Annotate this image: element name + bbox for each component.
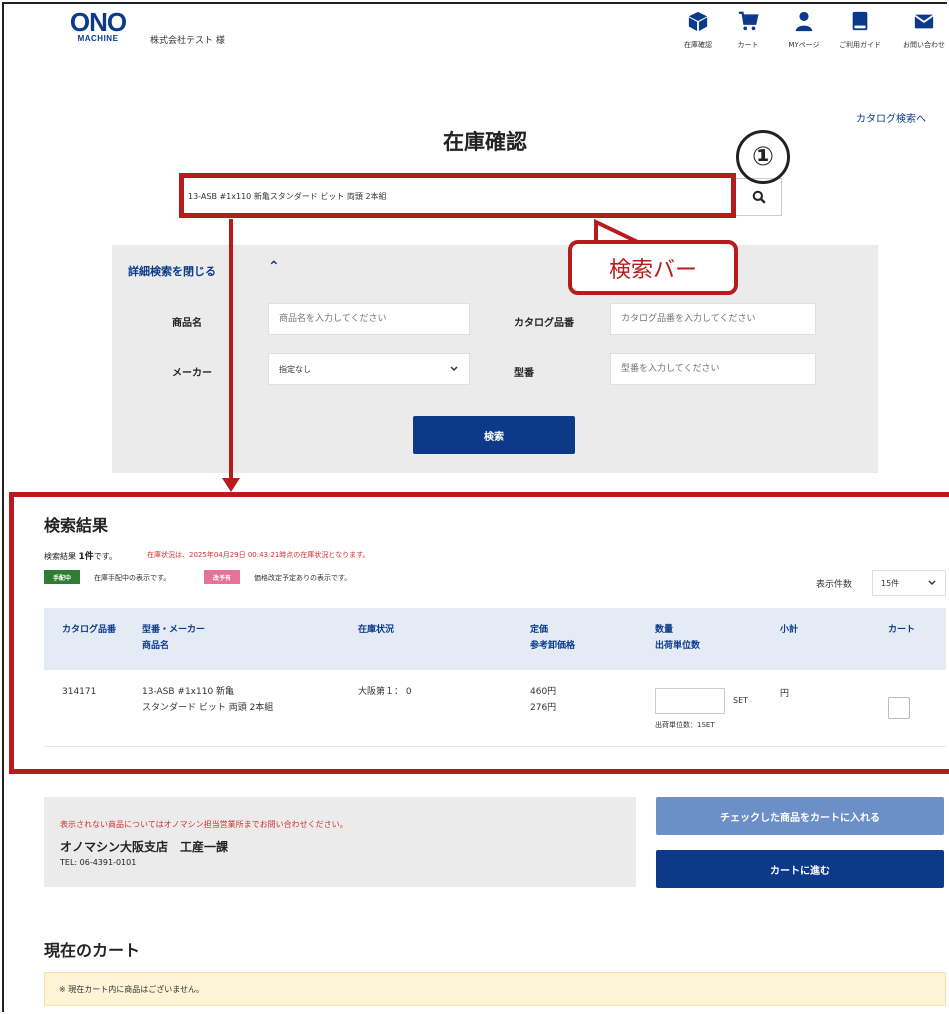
badge-price-change: 改予有 xyxy=(204,570,240,584)
th-subtotal: 小計 xyxy=(780,625,799,635)
catalog-search-link[interactable]: カタログ検索へ xyxy=(856,110,926,125)
row-model: 13-ASB #1x110 新亀 xyxy=(142,687,235,697)
th-qty: 数量 xyxy=(655,625,674,635)
search-icon xyxy=(752,190,766,204)
nav-cart-label: カート xyxy=(737,41,759,49)
th-product: 商品名 xyxy=(142,641,170,651)
model-label: 型番 xyxy=(514,368,534,379)
detail-search-button[interactable]: 検索 xyxy=(413,416,575,454)
logo-ono: ONO xyxy=(69,7,127,37)
chevron-up-icon[interactable]: ⌃ xyxy=(268,259,280,275)
stock-timestamp-note: 在庫状況は、2025年04月29日 00:43:21時点の在庫状況となります。 xyxy=(147,551,370,559)
book-icon xyxy=(852,11,868,31)
nav-stock[interactable]: 在庫確認 xyxy=(672,10,724,50)
per-page-value: 15件 xyxy=(881,578,900,588)
catalog-number-label: カタログ品番 xyxy=(514,318,574,329)
branch-tel: TEL: 06-4391-0101 xyxy=(60,858,137,867)
unlisted-items-note: 表示されない商品についてはオノマシン担当営業所までお問い合わせください。 xyxy=(60,820,348,829)
nav-contact-label: お問い合わせ xyxy=(903,41,945,49)
th-ref-price: 参考卸価格 xyxy=(530,641,576,651)
user-icon xyxy=(795,11,813,32)
catalog-number-input[interactable] xyxy=(610,303,816,335)
row-ship-unit: 出荷単位数：1SET xyxy=(655,721,715,729)
search-bar-highlight xyxy=(179,173,736,218)
company-name: 株式会社テスト 様 xyxy=(150,36,225,46)
per-page-label: 表示件数 xyxy=(816,580,853,590)
annotation-arrow-line xyxy=(229,219,233,481)
maker-select[interactable]: 指定なし xyxy=(268,353,470,385)
current-cart-title: 現在のカート xyxy=(44,941,141,960)
detail-search-panel: 詳細検索を閉じる ⌃ 商品名 カタログ品番 メーカー 指定なし 型番 検索 xyxy=(112,245,878,473)
row-ref-price: 276円 xyxy=(530,703,557,713)
th-cart: カート xyxy=(888,625,916,635)
row-divider xyxy=(44,746,946,747)
annotation-arrow-head xyxy=(222,478,240,492)
search-bar-callout: 検索バー xyxy=(568,240,738,295)
results-title: 検索結果 xyxy=(44,516,109,535)
nav-guide-label: ご利用ガイド xyxy=(839,41,881,49)
branch-name: オノマシン大阪支店 工産一課 xyxy=(60,840,229,854)
add-to-cart-checkbox[interactable] xyxy=(888,697,910,719)
results-count-num: 1件 xyxy=(78,552,94,562)
row-stock: 大阪第１： 0 xyxy=(358,687,412,697)
nav-guide[interactable]: ご利用ガイド xyxy=(834,10,886,50)
row-product: スタンダード ビット 両頭 2本組 xyxy=(142,703,274,713)
chevron-down-icon xyxy=(928,580,936,586)
cart-icon xyxy=(738,11,759,31)
box-icon xyxy=(688,11,708,32)
nav-stock-label: 在庫確認 xyxy=(684,41,712,49)
maker-label: メーカー xyxy=(172,368,212,379)
badge-arranging-text: 在庫手配中の表示です。 xyxy=(94,574,171,582)
quantity-input[interactable] xyxy=(655,688,725,714)
row-qty-unit: SET xyxy=(733,696,749,705)
mail-icon xyxy=(914,14,934,29)
page-title: 在庫確認 xyxy=(443,130,527,154)
results-count-suffix: です。 xyxy=(93,552,118,561)
th-ship-unit: 出荷単位数 xyxy=(655,641,701,651)
th-model: 型番・メーカー xyxy=(142,625,206,635)
th-price: 定価 xyxy=(530,625,549,635)
go-to-cart-button[interactable]: カートに進む xyxy=(656,850,944,888)
search-input[interactable] xyxy=(188,187,708,205)
cart-empty-message: ※ 現在カート内に商品はございません。 xyxy=(44,972,946,1006)
chevron-down-icon xyxy=(450,366,458,372)
nav-contact[interactable]: お問い合わせ xyxy=(898,10,949,50)
product-name-label: 商品名 xyxy=(172,318,202,329)
results-count-prefix: 検索結果 xyxy=(44,552,79,561)
nav-cart[interactable]: カート xyxy=(722,10,774,50)
th-catalog: カタログ品番 xyxy=(62,625,117,635)
product-name-input[interactable] xyxy=(268,303,470,335)
row-subtotal: 円 xyxy=(780,689,790,699)
results-count: 検索結果 1件です。 xyxy=(44,549,117,562)
ono-machine-logo[interactable]: ONO MACHINE xyxy=(58,7,138,43)
nav-mypage-label: MYページ xyxy=(788,41,820,49)
row-catalog: 314171 xyxy=(62,687,97,697)
badge-arranging: 手配中 xyxy=(44,570,80,584)
badge-price-change-text: 価格改定予定ありの表示です。 xyxy=(254,574,352,582)
row-price: 460円 xyxy=(530,687,557,697)
th-stock: 在庫状況 xyxy=(358,625,395,635)
model-input[interactable] xyxy=(610,353,816,385)
add-checked-to-cart-button[interactable]: チェックした商品をカートに入れる xyxy=(656,797,944,835)
maker-select-value: 指定なし xyxy=(279,364,311,374)
per-page-select[interactable]: 15件 xyxy=(872,570,946,596)
detail-toggle[interactable]: 詳細検索を閉じる xyxy=(128,263,216,279)
contact-info-panel: 表示されない商品についてはオノマシン担当営業所までお問い合わせください。 オノマ… xyxy=(44,797,636,887)
nav-mypage[interactable]: MYページ xyxy=(778,10,830,50)
annotation-number: ① xyxy=(736,130,790,184)
results-table-header xyxy=(44,608,946,670)
